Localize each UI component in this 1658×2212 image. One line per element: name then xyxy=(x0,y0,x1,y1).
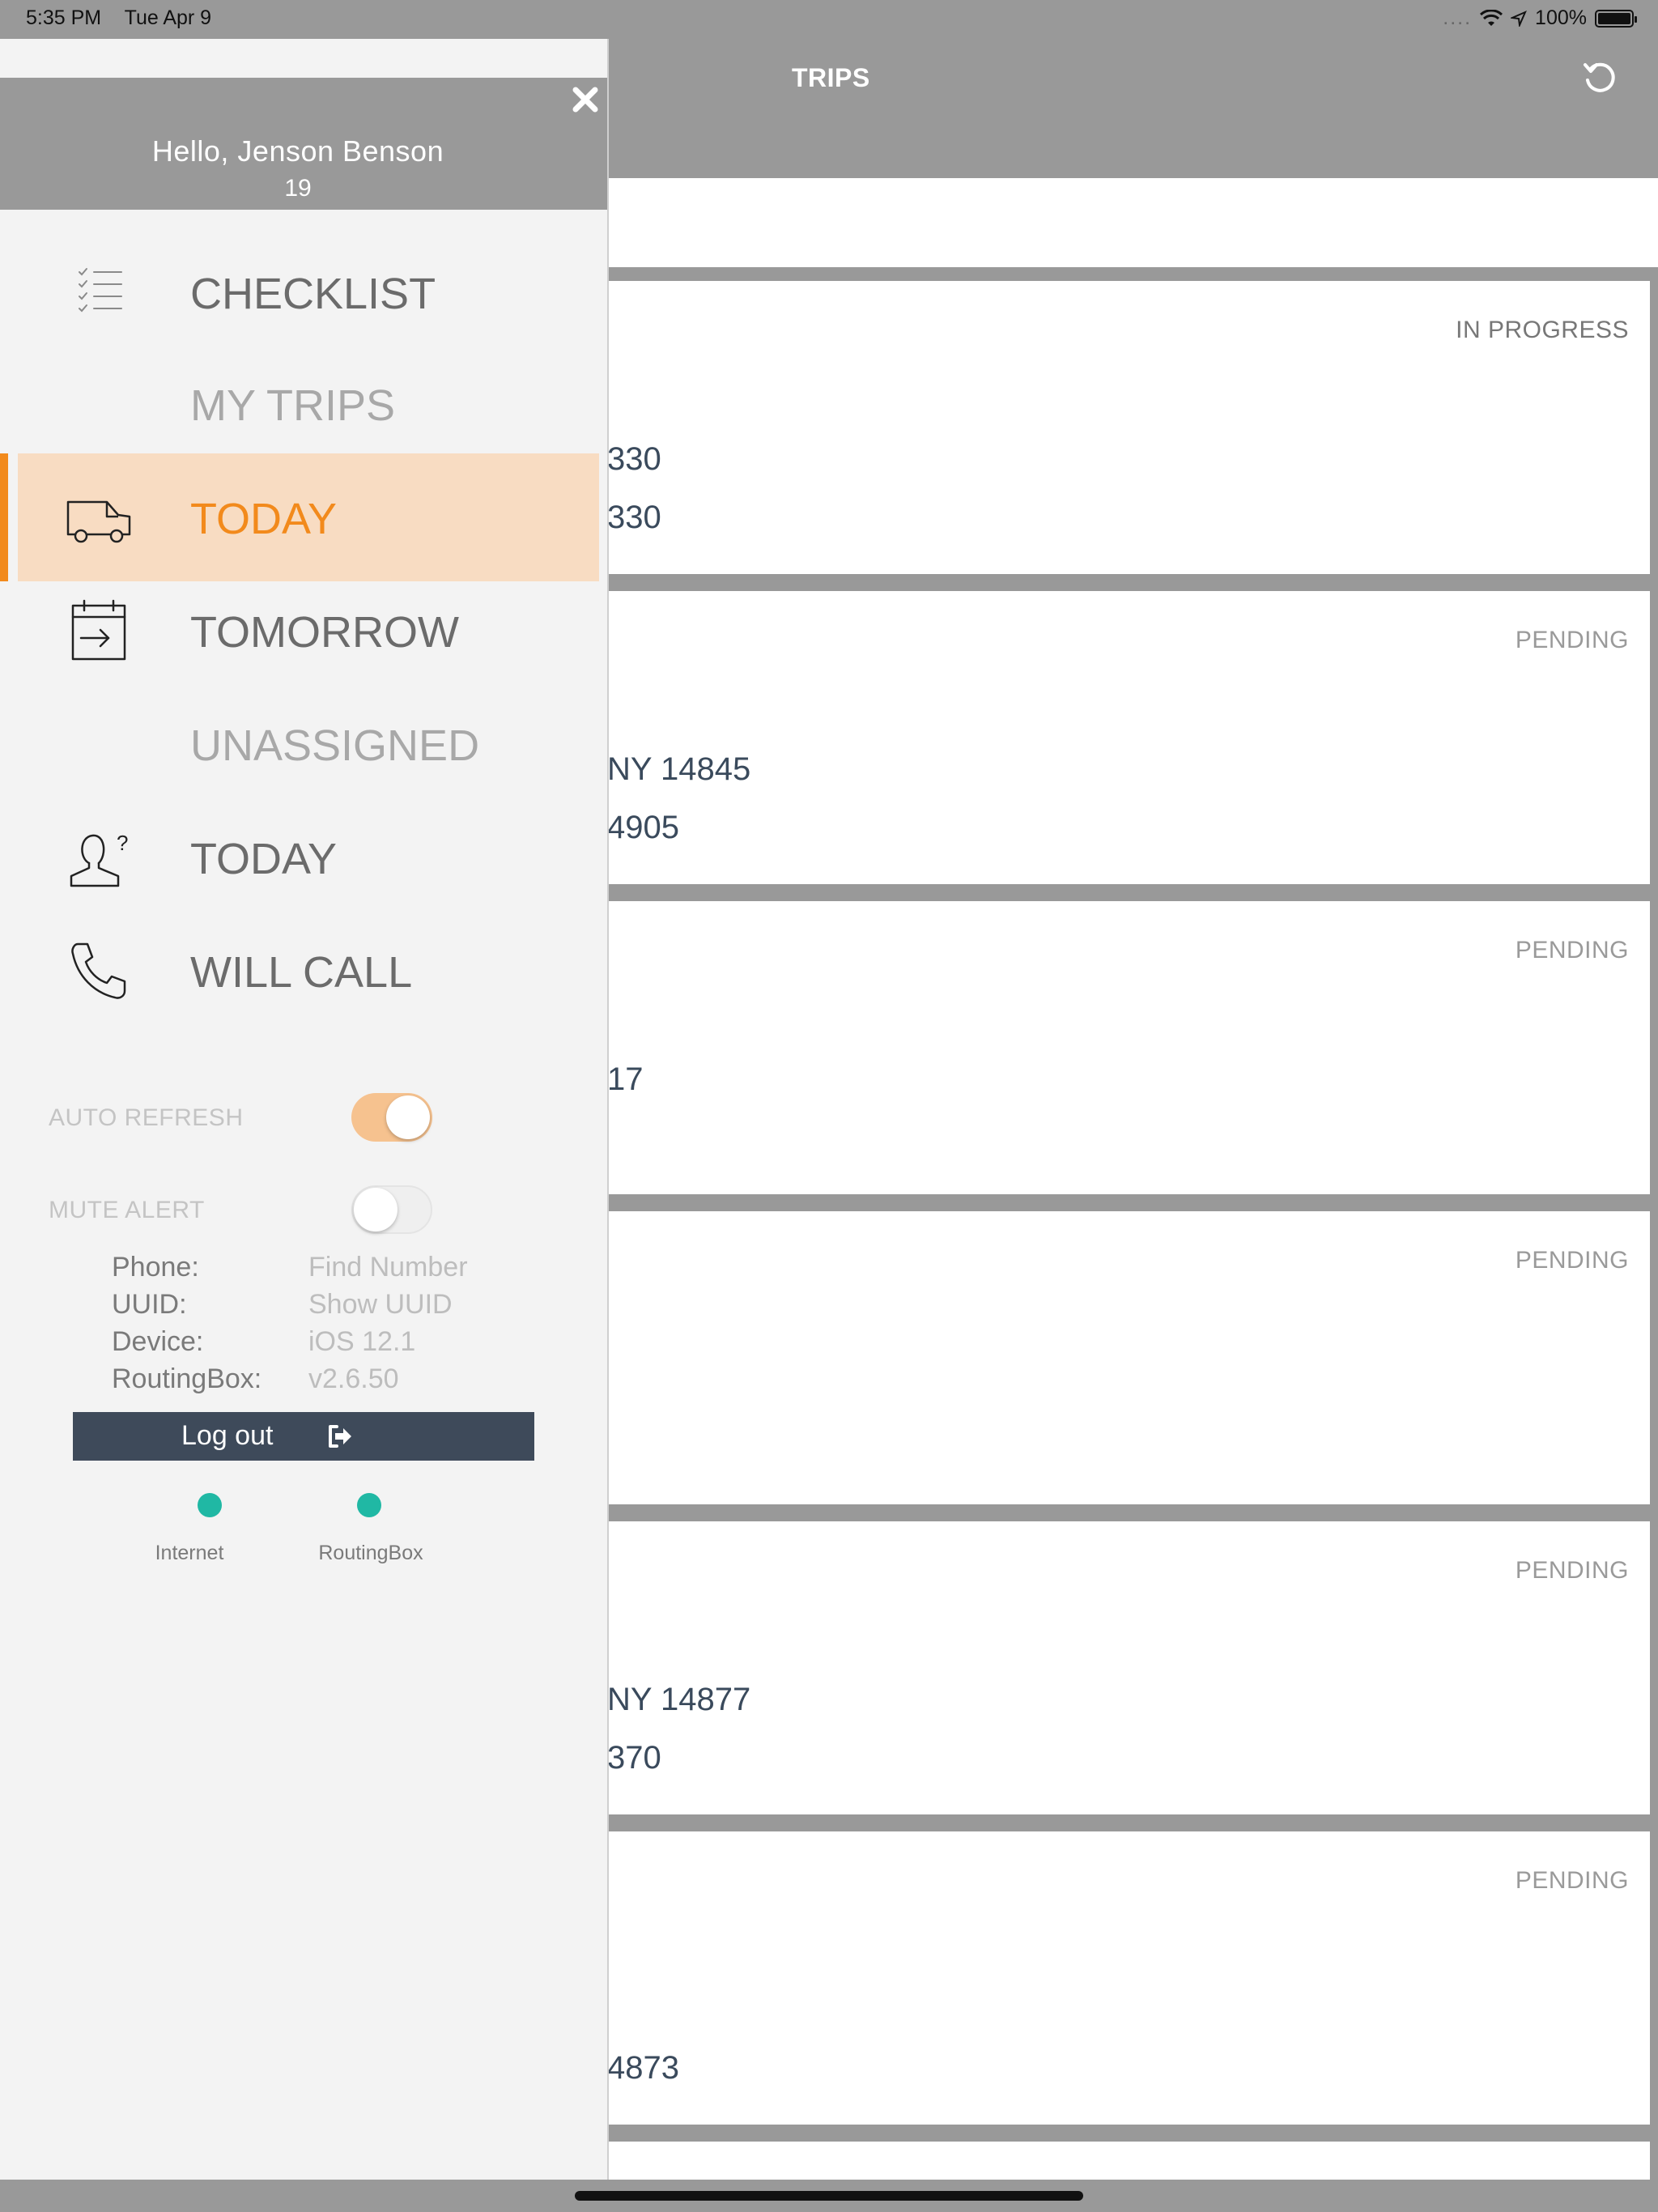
auto-refresh-toggle[interactable] xyxy=(351,1093,432,1142)
status-date: Tue Apr 9 xyxy=(124,6,212,29)
logout-icon xyxy=(329,1425,351,1448)
routingbox-label: RoutingBox: xyxy=(112,1363,262,1394)
trip-line: 4873 xyxy=(607,2050,679,2086)
greeting: Hello, Jenson Benson xyxy=(151,134,444,168)
menu-item-unassigned-today[interactable]: ? TODAY xyxy=(18,793,599,921)
menu-label: TOMORROW xyxy=(190,608,459,657)
routingbox-conn-label: RoutingBox xyxy=(318,1542,423,1564)
internet-label: Internet xyxy=(155,1542,224,1564)
home-indicator[interactable] xyxy=(575,2191,1083,2201)
location-icon xyxy=(1511,10,1527,27)
svg-text:?: ? xyxy=(117,831,128,855)
trip-status: PENDING xyxy=(1515,1557,1629,1584)
active-indicator xyxy=(0,453,8,581)
status-bar: 5:35 PM Tue Apr 9 .... 100% xyxy=(0,0,1658,39)
menu-label: TODAY xyxy=(190,835,338,883)
device-value: iOS 12.1 xyxy=(308,1326,416,1357)
logout-label: Log out xyxy=(181,1420,274,1451)
section-unassigned: UNASSIGNED xyxy=(190,721,480,770)
wifi-icon xyxy=(1480,9,1503,26)
trip-line: 4905 xyxy=(607,810,679,845)
checklist-icon xyxy=(79,268,122,313)
menu-item-tomorrow[interactable]: TOMORROW xyxy=(18,567,599,695)
trip-line: 17 xyxy=(607,1061,644,1097)
status-time: 5:35 PM xyxy=(26,6,102,29)
routingbox-status-dot xyxy=(357,1493,381,1517)
mute-alert-toggle[interactable] xyxy=(351,1185,432,1234)
section-my-trips: MY TRIPS xyxy=(190,381,396,430)
trip-status: PENDING xyxy=(1515,627,1629,653)
trip-status: IN PROGRESS xyxy=(1456,317,1629,343)
menu-item-checklist[interactable]: CHECKLIST xyxy=(18,228,599,356)
auto-refresh-label: AUTO REFRESH xyxy=(49,1104,244,1131)
show-uuid-link[interactable]: Show UUID xyxy=(308,1289,453,1321)
mute-alert-label: MUTE ALERT xyxy=(49,1197,205,1223)
trip-line: 330 xyxy=(607,500,661,535)
trip-line: 330 xyxy=(607,441,661,477)
page-title: TRIPS xyxy=(792,63,870,92)
close-icon[interactable] xyxy=(572,86,599,113)
battery-percent: 100% xyxy=(1535,6,1587,29)
internet-status-dot xyxy=(198,1493,222,1517)
trip-status: PENDING xyxy=(1515,1867,1629,1894)
menu-item-today[interactable]: TODAY xyxy=(18,453,599,581)
device-label: Device: xyxy=(112,1326,204,1357)
phone-icon xyxy=(71,942,126,999)
person-question-icon: ? xyxy=(70,831,128,887)
menu-label: TODAY xyxy=(190,495,338,543)
find-number-link[interactable]: Find Number xyxy=(308,1252,468,1283)
menu-label: WILL CALL xyxy=(190,948,413,997)
logout-button[interactable]: Log out xyxy=(73,1412,534,1461)
trip-line: NY 14877 xyxy=(607,1682,751,1717)
signal-dots: .... xyxy=(1443,6,1473,29)
trip-status: PENDING xyxy=(1515,1247,1629,1274)
trip-line: 370 xyxy=(607,1740,661,1776)
calendar-arrow-icon xyxy=(71,599,126,661)
driver-id: 19 xyxy=(284,175,312,202)
uuid-label: UUID: xyxy=(112,1289,187,1320)
trip-status: PENDING xyxy=(1515,937,1629,963)
routingbox-version: v2.6.50 xyxy=(308,1363,399,1394)
trip-line: NY 14845 xyxy=(607,751,751,787)
menu-label: CHECKLIST xyxy=(190,270,436,318)
menu-item-will-call[interactable]: WILL CALL xyxy=(18,907,599,1035)
battery-icon xyxy=(1595,9,1637,28)
refresh-icon[interactable] xyxy=(1582,60,1619,97)
van-icon xyxy=(66,500,131,543)
phone-label: Phone: xyxy=(112,1252,199,1283)
